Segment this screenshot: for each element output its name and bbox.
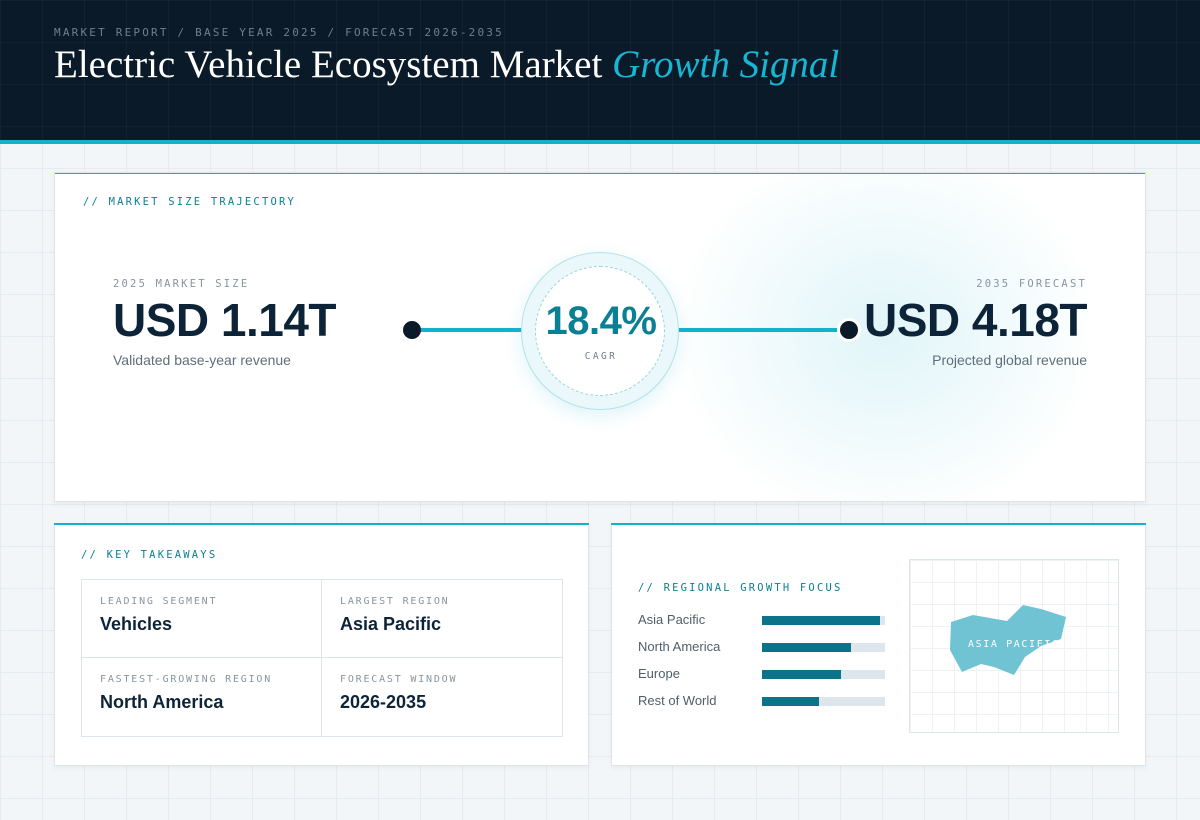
takeaway-fastest-growing-region: FASTEST-GROWING REGION North America [82,658,322,736]
region-bar-track [762,670,885,679]
region-map: ASIA PACIFIC [909,559,1119,733]
takeaway-value: Vehicles [100,614,173,634]
takeaway-caption: FASTEST-GROWING REGION [100,674,273,685]
takeaway-caption: LEADING SEGMENT [100,596,218,607]
region-bar-track [762,643,885,652]
region-name: Europe [638,666,680,681]
forecast-description: Projected global revenue [932,352,1087,368]
base-year-caption: 2025 MARKET SIZE [113,278,250,290]
takeaway-caption: FORECAST WINDOW [340,674,458,685]
cagr-caption: CAGR [584,351,618,362]
region-bar-track [762,697,885,706]
region-bar-fill [762,670,841,679]
region-bar-track [762,616,885,625]
trajectory-start-dot [403,321,421,339]
report-header: MARKET REPORT / BASE YEAR 2025 / FORECAS… [0,0,1200,140]
page-title-main: Electric Vehicle Ecosystem Market [54,43,603,86]
takeaway-leading-segment: LEADING SEGMENT Vehicles [82,580,322,658]
page-title-accent: Growth Signal [612,43,840,86]
regional-label: // REGIONAL GROWTH FOCUS [638,582,843,594]
region-row: North America [638,639,888,655]
market-size-trajectory-card: // MARKET SIZE TRAJECTORY 2025 MARKET SI… [54,172,1146,502]
region-bar-fill [762,697,819,706]
region-name: Rest of World [638,693,717,708]
takeaway-forecast-window: FORECAST WINDOW 2026-2035 [322,658,562,736]
takeaway-largest-region: LARGEST REGION Asia Pacific [322,580,562,658]
takeaway-caption: LARGEST REGION [340,596,450,607]
region-bar-fill [762,616,881,625]
base-year-value: USD 1.14T [113,294,337,346]
cagr-inner-ring: 18.4% CAGR [535,266,665,396]
map-region-label: ASIA PACIFIC [968,639,1060,650]
region-bar-fill [762,643,851,652]
region-name: Asia Pacific [638,612,706,627]
breadcrumb: MARKET REPORT / BASE YEAR 2025 / FORECAS… [54,26,504,39]
regional-growth-card: // REGIONAL GROWTH FOCUS Asia Pacific No… [611,523,1146,766]
cagr-badge: 18.4% CAGR [521,252,679,410]
forecast-value: USD 4.18T [863,294,1088,346]
base-year-description: Validated base-year revenue [113,352,291,368]
forecast-caption: 2035 FORECAST [976,278,1087,290]
region-name: North America [638,639,721,654]
page-title: Electric Vehicle Ecosystem Market Growth… [54,42,839,87]
cagr-value: 18.4% [545,299,657,343]
trajectory-end-dot [840,321,858,339]
takeaways-grid: LEADING SEGMENT Vehicles LARGEST REGION … [81,579,563,737]
header-accent-bar [0,140,1200,144]
region-row: Rest of World [638,693,888,709]
takeaways-label: // KEY TAKEAWAYS [81,549,218,561]
takeaway-value: 2026-2035 [340,692,427,712]
trajectory-label: // MARKET SIZE TRAJECTORY [83,196,297,208]
takeaway-value: Asia Pacific [340,614,442,634]
key-takeaways-card: // KEY TAKEAWAYS LEADING SEGMENT Vehicle… [54,523,589,766]
takeaway-value: North America [100,692,224,712]
region-row: Asia Pacific [638,612,888,628]
region-row: Europe [638,666,888,682]
